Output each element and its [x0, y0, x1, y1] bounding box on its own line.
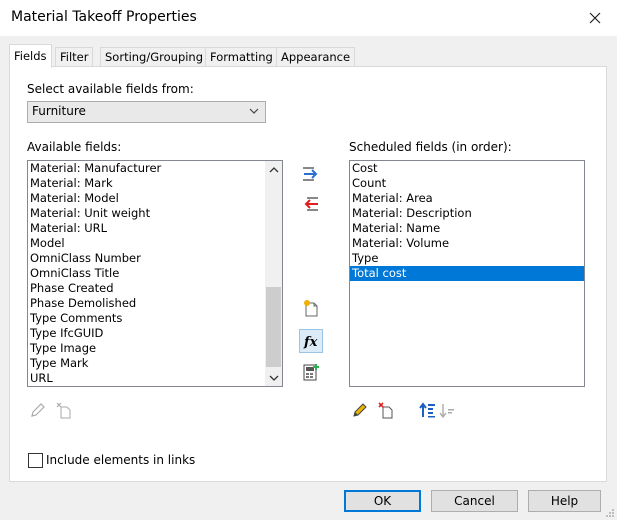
available-field-item[interactable]: Phase Demolished — [28, 296, 282, 311]
title-bar: Material Takeoff Properties — [0, 0, 617, 36]
resize-grip-icon[interactable] — [605, 508, 615, 518]
fields-panel: Select available fields from: Furniture … — [9, 66, 607, 482]
move-down-button[interactable] — [437, 399, 459, 421]
tab-filter[interactable]: Filter — [55, 47, 94, 67]
add-to-schedule-icon — [303, 167, 318, 181]
scheduled-field-item[interactable]: Type — [350, 251, 584, 266]
tab-sorting-grouping[interactable]: Sorting/Grouping — [100, 47, 209, 67]
scheduled-fields-label: Scheduled fields (in order): — [349, 140, 512, 154]
scroll-thumb[interactable] — [266, 287, 281, 367]
available-field-item[interactable]: Material: Model — [28, 191, 282, 206]
edit-scheduled-parameter-button[interactable] — [349, 399, 371, 421]
add-field-button[interactable] — [300, 163, 322, 185]
pencil-icon — [31, 403, 45, 417]
chevron-down-icon — [249, 105, 259, 119]
dialog-window: Material Takeoff Properties Fields Filte… — [0, 0, 617, 520]
remove-field-button[interactable] — [300, 193, 322, 215]
available-field-item[interactable]: Material: Manufacturer — [28, 161, 282, 176]
available-fields-scrollbar[interactable] — [265, 161, 282, 386]
delete-parameter-icon — [56, 402, 71, 419]
available-field-item[interactable]: OmniClass Title — [28, 266, 282, 281]
close-button[interactable] — [583, 6, 607, 30]
scroll-down-button[interactable] — [265, 369, 282, 386]
scroll-up-button[interactable] — [265, 161, 282, 178]
available-field-item[interactable]: Model — [28, 236, 282, 251]
available-field-item[interactable]: Phase Created — [28, 281, 282, 296]
available-fields-list[interactable]: Material: Manufacturer Material: Mark Mate… — [27, 160, 283, 387]
available-field-item[interactable]: Type IfcGUID — [28, 326, 282, 341]
include-links-label: Include elements in links — [46, 453, 196, 467]
scheduled-field-item[interactable]: Count — [350, 176, 584, 191]
available-field-item[interactable]: Material: URL — [28, 221, 282, 236]
include-links-checkbox[interactable] — [28, 453, 43, 468]
move-up-icon — [419, 402, 435, 418]
tab-formatting[interactable]: Formatting — [205, 47, 278, 67]
scheduled-field-item[interactable]: Material: Volume — [350, 236, 584, 251]
field-source-value: Furniture — [32, 104, 86, 118]
ok-button[interactable]: OK — [344, 490, 421, 512]
available-field-item[interactable]: Material: Mark — [28, 176, 282, 191]
tab-fields[interactable]: Fields — [9, 44, 52, 68]
scheduled-fields-items: Cost Count Material: Area Material: Descrip… — [350, 161, 584, 281]
svg-text:fx: fx — [303, 335, 318, 350]
available-field-item[interactable]: Type Image — [28, 341, 282, 356]
help-button[interactable]: Help — [528, 490, 601, 512]
cancel-button[interactable]: Cancel — [431, 490, 518, 512]
delete-parameter-icon — [378, 402, 393, 419]
tab-appearance[interactable]: Appearance — [276, 47, 356, 67]
available-field-item[interactable]: Type Comments — [28, 311, 282, 326]
new-parameter-icon — [304, 300, 318, 317]
delete-scheduled-parameter-button[interactable] — [375, 399, 397, 421]
combine-parameters-button[interactable] — [300, 361, 322, 383]
scheduled-fields-list[interactable]: Cost Count Material: Area Material: Descrip… — [349, 160, 585, 387]
dialog-title: Material Takeoff Properties — [11, 9, 197, 25]
select-fields-label: Select available fields from: — [27, 82, 194, 96]
scheduled-field-item[interactable]: Material: Description — [350, 206, 584, 221]
available-fields-label: Available fields: — [27, 140, 122, 154]
chevron-up-icon — [269, 166, 278, 172]
new-parameter-button[interactable] — [300, 297, 322, 319]
move-up-button[interactable] — [417, 399, 439, 421]
available-field-item[interactable]: URL — [28, 371, 282, 386]
remove-from-schedule-icon — [304, 197, 318, 211]
calculated-value-button[interactable]: fx — [299, 329, 323, 353]
available-field-item[interactable]: Type Mark — [28, 356, 282, 371]
scheduled-field-item[interactable]: Cost — [350, 161, 584, 176]
delete-parameter-button[interactable] — [53, 399, 75, 421]
edit-parameter-button[interactable] — [27, 399, 49, 421]
field-source-select[interactable]: Furniture — [27, 101, 266, 123]
available-fields-items: Material: Manufacturer Material: Mark Mate… — [28, 161, 282, 386]
scheduled-field-item[interactable]: Material: Area — [350, 191, 584, 206]
available-field-item[interactable]: Material: Unit weight — [28, 206, 282, 221]
pencil-icon — [353, 403, 367, 417]
scheduled-field-item[interactable]: Total cost — [350, 266, 584, 281]
combine-parameters-icon — [303, 364, 319, 381]
chevron-down-icon — [269, 375, 278, 381]
function-icon: fx — [303, 335, 318, 350]
scheduled-field-item[interactable]: Material: Name — [350, 221, 584, 236]
move-down-icon — [439, 404, 454, 419]
close-icon — [589, 12, 601, 24]
available-field-item[interactable]: OmniClass Number — [28, 251, 282, 266]
